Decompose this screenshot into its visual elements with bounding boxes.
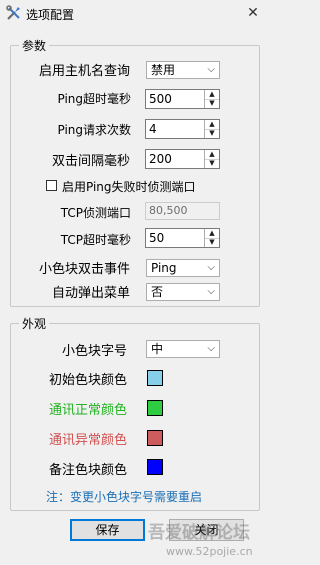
spinner-buttons: ▲ ▼ [204,150,219,168]
watermark-site-name: 吾爱破解论坛 [148,523,250,543]
auto-menu-select[interactable]: 否 ⌵ [146,283,220,301]
ping-fail-port-checkbox[interactable] [46,180,57,191]
dblclick-interval-label: 双击间隔毫秒 [51,154,130,169]
note-color-swatch[interactable] [147,459,163,475]
spinner-buttons: ▲ ▼ [204,120,219,138]
window-title: 选项配置 [26,8,75,22]
spin-down-icon[interactable]: ▼ [205,159,219,168]
chevron-down-icon: ⌵ [207,286,215,297]
ping-timeout-label: Ping超时毫秒 [57,92,131,106]
params-legend: 参数 [19,37,50,54]
chevron-down-icon: ⌵ [207,262,215,273]
error-color-label: 通讯异常颜色 [48,433,127,448]
dblclick-interval-value: 200 [149,152,172,166]
tools-icon [6,5,20,20]
watermark-url: www.52pojie.cn [166,545,253,558]
spinner-buttons: ▲ ▼ [204,90,219,108]
spin-down-icon[interactable]: ▼ [205,99,219,108]
title-bar: 选项配置 ✕ [0,0,270,28]
ping-count-label: Ping请求次数 [57,123,131,137]
ping-count-spinner[interactable]: 4 ▲ ▼ [145,119,220,139]
tcp-timeout-value: 50 [149,231,165,245]
font-size-label: 小色块字号 [61,344,127,359]
host-lookup-value: 禁用 [151,63,176,77]
tcp-timeout-spinner[interactable]: 50 ▲ ▼ [145,228,220,248]
block-dblclick-label: 小色块双击事件 [38,262,130,277]
initial-color-label: 初始色块颜色 [48,373,127,388]
spin-down-icon[interactable]: ▼ [205,238,219,247]
chevron-down-icon: ⌵ [207,343,215,354]
appearance-legend: 外观 [19,315,50,332]
font-size-value: 中 [151,342,164,356]
tcp-ports-field: 80,500 [145,202,220,220]
ping-timeout-value: 500 [149,92,172,106]
ok-color-label: 通讯正常颜色 [48,403,127,418]
spinner-buttons: ▲ ▼ [204,229,219,247]
error-color-swatch[interactable] [147,430,163,446]
appearance-group [10,323,260,511]
auto-menu-value: 否 [151,285,164,299]
host-lookup-label: 启用主机名查询 [38,64,130,79]
spin-down-icon[interactable]: ▼ [205,129,219,138]
block-dblclick-value: Ping [151,261,177,275]
initial-color-swatch[interactable] [147,370,163,386]
restart-note: 注：变更小色块字号需要重启 [46,490,203,504]
ok-color-swatch[interactable] [147,400,163,416]
close-icon[interactable]: ✕ [242,3,264,23]
save-button[interactable]: 保存 [70,519,145,541]
block-dblclick-select[interactable]: Ping ⌵ [146,259,220,277]
ping-count-value: 4 [149,122,157,136]
note-color-label: 备注色块颜色 [48,463,127,478]
font-size-select[interactable]: 中 ⌵ [146,340,220,358]
tcp-ports-label: TCP侦测端口 [60,206,131,220]
ping-fail-port-label[interactable]: 启用Ping失败时侦测端口 [62,178,196,195]
ping-timeout-spinner[interactable]: 500 ▲ ▼ [145,89,220,109]
chevron-down-icon: ⌵ [207,64,215,75]
dblclick-interval-spinner[interactable]: 200 ▲ ▼ [145,149,220,169]
auto-menu-label: 自动弹出菜单 [51,286,130,301]
tcp-timeout-label: TCP超时毫秒 [60,233,131,247]
host-lookup-select[interactable]: 禁用 ⌵ [146,61,220,79]
tcp-ports-value: 80,500 [149,204,188,217]
